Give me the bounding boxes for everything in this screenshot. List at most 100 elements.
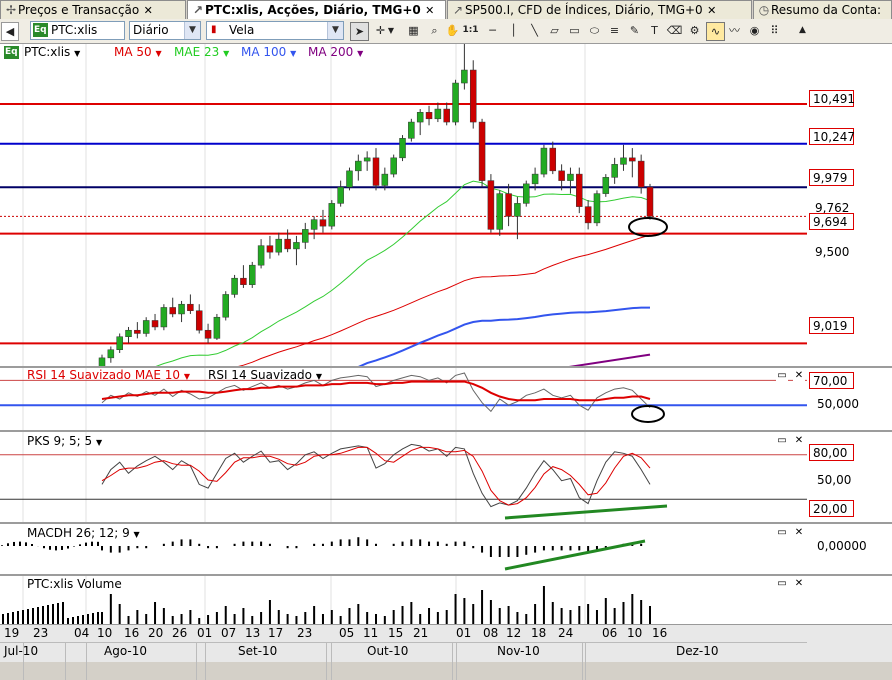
pencil-tool-icon[interactable]: ✎ [626,22,643,39]
tab-resumo-conta[interactable]: ◷ Resumo da Conta: [753,0,892,19]
close-pane-icon[interactable]: ✕ [793,370,805,382]
x-axis-tick [456,643,457,680]
hand-icon[interactable]: ✋ [444,22,461,39]
eq-badge: Eq [4,46,19,59]
text-tool-icon[interactable]: T [646,22,663,39]
rsi-level-50: 50,000 [817,397,859,411]
indicator-icon[interactable]: ∿ [706,22,725,41]
chevron-down-icon[interactable]: ▼ [290,49,296,58]
macd-title[interactable]: MACDH 26; 12; 9 ▼ [27,526,140,540]
clock-icon: ◷ [758,3,770,17]
candle-body [249,264,256,285]
ellipse-tool-icon[interactable]: ⬭ [586,22,603,39]
x-axis-tick [205,643,206,680]
candle-body [151,320,159,328]
close-pane-icon[interactable]: ✕ [793,435,805,447]
eye-icon[interactable]: ◉ [746,22,763,39]
pks-level-20: 20,00 [809,500,854,517]
minimize-pane-icon[interactable]: ▭ [776,370,788,382]
chevron-down-icon[interactable]: ▼ [386,22,396,39]
x-axis-months[interactable]: Jul-10 Ago-10 Set-10 Out-10 Nov-10 Dez-10 [0,642,807,680]
trendline-tool-icon[interactable]: ╲ [526,22,543,39]
fibonacci-tool-icon[interactable]: ≡ [606,22,623,39]
minimize-pane-icon[interactable]: ▭ [776,527,788,539]
grid-icon[interactable]: ▦ [405,22,422,39]
close-icon[interactable]: ✕ [143,2,153,19]
rsi-pane[interactable]: RSI 14 Suavizado MAE 10 ▼ RSI 14 Suaviza… [0,368,807,430]
rsi-title[interactable]: RSI 14 Suavizado MAE 10 ▼ [27,368,190,382]
candle-body [204,329,212,339]
settings-icon[interactable]: ⚙ [686,22,703,39]
tab-sp500-chart[interactable]: ↗ SP500.I, CFD de Índices, Diário, TMG+0 ✕ [447,0,752,19]
y-tick-9500: 9,500 [815,245,850,259]
pks-title[interactable]: PKS 9; 5; 5 ▼ [27,434,102,448]
candle-body [478,121,486,181]
macd-pane[interactable]: MACDH 26; 12; 9 ▼ ▭ ✕ [0,524,807,574]
vline-tool-icon[interactable]: │ [505,22,522,39]
candle-body [505,193,512,217]
x-month-label: Jul-10 [4,644,39,658]
chevron-down-icon[interactable]: ▼ [184,22,200,39]
candle-body [434,108,442,120]
dots-icon[interactable]: ⠿ [766,22,783,39]
tab-ptc-chart[interactable]: ↗ PTC:xlis, Acções, Diário, TMG+0 ✕ [187,0,446,19]
candle-body [602,177,610,194]
indicator-ma50[interactable]: MA 50 ▼ [114,45,162,59]
indicator-mae23[interactable]: MAE 23 ▼ [174,45,229,59]
axis-corner [807,624,892,662]
channel-tool-icon[interactable]: ▱ [546,22,563,39]
chart-type-select[interactable]: ▮ Vela ▼ [206,21,344,40]
symbol-field[interactable]: Eq PTC:xlis [30,21,125,40]
x-axis-tick [331,643,332,680]
chevron-down-icon[interactable]: ▼ [184,372,190,381]
candle-body [576,173,583,207]
pks-pane[interactable]: PKS 9; 5; 5 ▼ ▭ ✕ [0,432,807,522]
volume-pane[interactable]: PTC:xlis Volume ▭ ✕ [0,576,807,624]
hline-tool-icon[interactable]: ─ [484,22,501,39]
candle-body [160,307,168,328]
x-day-label: 23 [297,626,313,640]
tab-precos[interactable]: ✢ Preços e Transacção ✕ [0,0,186,19]
zoom-icon[interactable]: ⌕ [426,22,443,39]
x-month-label: Out-10 [367,644,409,658]
back-arrow-icon[interactable]: ◀ [1,22,19,41]
chevron-down-icon[interactable]: ▼ [96,438,102,447]
wave-icon[interactable]: 〰 [726,22,743,39]
chevron-down-icon[interactable]: ▼ [74,49,80,58]
candle-body [257,245,265,266]
candle-body [302,229,309,243]
candle-body [169,307,176,315]
trash-icon[interactable]: ⌫ [666,22,683,39]
rsi-raw-title[interactable]: RSI 14 Suavizado ▼ [208,368,322,382]
volume-title[interactable]: PTC:xlis Volume [27,577,122,591]
cursor-icon[interactable]: ➤ [350,22,369,41]
chevron-down-icon[interactable]: ▼ [357,49,363,58]
period-select[interactable]: Diário ▼ [129,21,201,40]
rsi-smooth-line [101,380,651,402]
x-month-label: Ago-10 [104,644,147,658]
x-axis-days[interactable]: 19 23 04 10 16 20 26 01 07 13 17 23 05 11 15 21 01 08 12 18… [0,624,807,643]
price-pane-title: Eq PTC:xlis ▼ [4,45,81,59]
close-icon[interactable]: ✕ [425,2,435,19]
close-pane-icon[interactable]: ✕ [793,578,805,590]
chevron-down-icon[interactable]: ▼ [134,530,140,539]
indicator-ma200[interactable]: MA 200 ▼ [308,45,363,59]
minimize-pane-icon[interactable]: ▭ [776,578,788,590]
indicator-ma100[interactable]: MA 100 ▼ [241,45,296,59]
rectangle-tool-icon[interactable]: ▭ [566,22,583,39]
close-pane-icon[interactable]: ✕ [793,527,805,539]
ratio-1-1-button[interactable]: 1:1 [462,22,479,39]
price-pane[interactable]: Eq PTC:xlis ▼ MA 50 ▼ MAE 23 ▼ MA 100 ▼ … [0,44,807,366]
overflow-chevron-icon[interactable]: ▲ [794,22,811,39]
chevron-down-icon[interactable]: ▼ [155,49,161,58]
candle-body [443,108,450,123]
chevron-down-icon[interactable]: ▼ [316,372,322,381]
chevron-down-icon[interactable]: ▼ [327,22,343,39]
x-day-label: 13 [245,626,261,640]
close-icon[interactable]: ✕ [707,2,717,19]
minimize-pane-icon[interactable]: ▭ [776,435,788,447]
chevron-down-icon[interactable]: ▼ [223,49,229,58]
candle-body [514,203,521,217]
candle-body [629,157,636,162]
price-chart-svg[interactable] [0,44,807,366]
